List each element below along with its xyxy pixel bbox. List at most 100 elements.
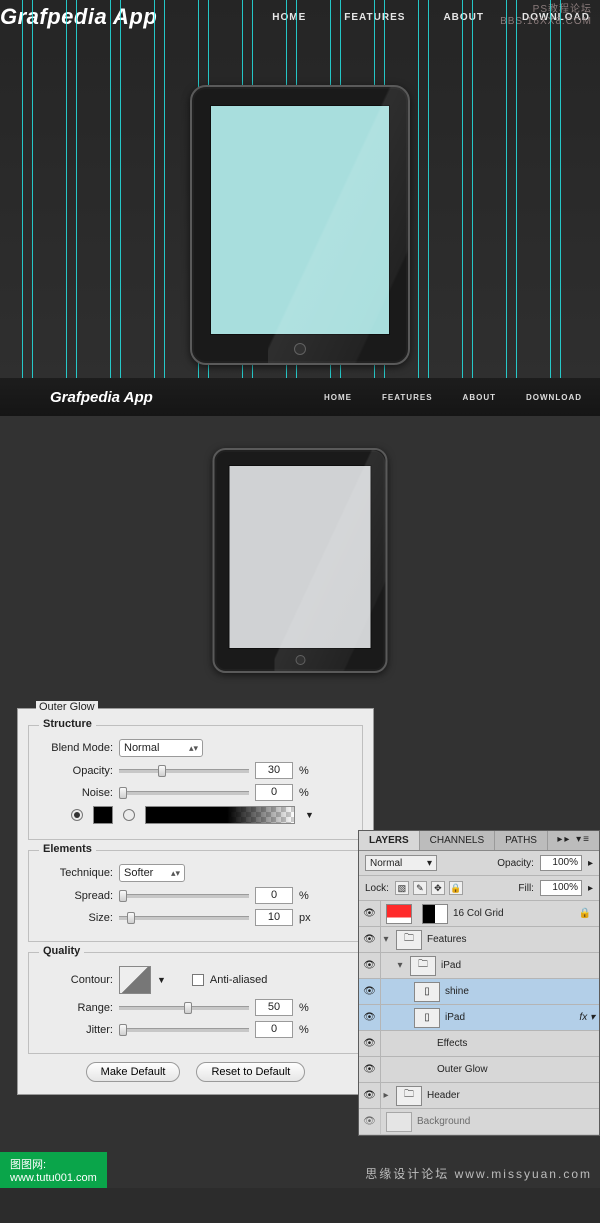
- contour-label: Contour:: [41, 974, 113, 986]
- layer-row[interactable]: 👁 ▾ 🗀 Features: [359, 927, 599, 953]
- spread-input[interactable]: 0: [255, 887, 293, 904]
- layer-name: Outer Glow: [437, 1064, 599, 1075]
- range-label: Range:: [41, 1002, 113, 1014]
- blend-mode-select[interactable]: Normal ▴▾: [119, 739, 203, 757]
- gradient-picker[interactable]: [145, 806, 295, 824]
- visibility-icon[interactable]: 👁: [359, 953, 381, 978]
- visibility-icon[interactable]: 👁: [359, 1083, 381, 1108]
- home-button-icon: [294, 343, 306, 355]
- nav-home[interactable]: HOME: [324, 393, 352, 402]
- layer-row[interactable]: 👁 Effects: [359, 1031, 599, 1057]
- visibility-icon[interactable]: 👁: [359, 979, 381, 1004]
- tab-paths[interactable]: PATHS: [495, 831, 548, 850]
- disclosure-icon[interactable]: ▾: [395, 960, 405, 971]
- layer-row[interactable]: 👁 16 Col Grid 🔒: [359, 901, 599, 927]
- tab-channels[interactable]: CHANNELS: [420, 831, 495, 850]
- nav-about[interactable]: ABOUT: [443, 12, 484, 23]
- dropdown-icon[interactable]: ▸: [588, 883, 593, 894]
- visibility-icon[interactable]: 👁: [359, 1031, 381, 1056]
- lock-position-icon[interactable]: ✥: [431, 881, 445, 895]
- reset-default-button[interactable]: Reset to Default: [196, 1062, 305, 1082]
- size-slider[interactable]: [119, 916, 249, 920]
- range-slider[interactable]: [119, 1006, 249, 1010]
- size-label: Size:: [41, 912, 113, 924]
- column-guide: [120, 0, 121, 378]
- column-guide: [418, 0, 419, 378]
- color-swatch[interactable]: [93, 806, 113, 824]
- fx-badge[interactable]: fx ▾: [579, 1012, 599, 1023]
- disclosure-icon[interactable]: ▾: [381, 934, 391, 945]
- column-guide: [154, 0, 155, 378]
- visibility-icon[interactable]: 👁: [359, 1057, 381, 1082]
- watermark-bottom-left: 图图网: www.tutu001.com: [0, 1152, 107, 1188]
- technique-select[interactable]: Softer ▴▾: [119, 864, 185, 882]
- lock-all-icon[interactable]: 🔒: [449, 881, 463, 895]
- nav-home[interactable]: HOME: [272, 12, 306, 23]
- lock-transparency-icon[interactable]: ▧: [395, 881, 409, 895]
- layer-name: 16 Col Grid: [453, 908, 579, 919]
- layer-row[interactable]: 👁 ▯ iPad fx ▾: [359, 1005, 599, 1031]
- fill-input[interactable]: 100%: [540, 880, 582, 896]
- folder-icon: 🗀: [396, 930, 422, 950]
- jitter-slider[interactable]: [119, 1028, 249, 1032]
- noise-slider[interactable]: [119, 791, 249, 795]
- visibility-icon[interactable]: 👁: [359, 1109, 381, 1134]
- nav-about[interactable]: ABOUT: [463, 393, 496, 402]
- column-guide: [560, 0, 561, 378]
- layer-row[interactable]: 👁 ▾ 🗀 iPad: [359, 953, 599, 979]
- visibility-icon[interactable]: 👁: [359, 901, 381, 926]
- layer-name: Background: [417, 1116, 599, 1127]
- tab-layers[interactable]: LAYERS: [359, 831, 420, 850]
- layer-row[interactable]: 👁 ▸ 🗀 Header: [359, 1083, 599, 1109]
- lock-label: Lock:: [365, 883, 389, 894]
- ipad-mockup-small: [213, 448, 388, 673]
- visibility-icon[interactable]: 👁: [359, 927, 381, 952]
- quality-legend: Quality: [39, 945, 84, 957]
- logo-small: Grafpedia App: [50, 389, 153, 406]
- layer-row[interactable]: 👁 ▯ shine: [359, 979, 599, 1005]
- layer-row[interactable]: 👁 Outer Glow: [359, 1057, 599, 1083]
- site-header-small: Grafpedia App HOME FEATURES ABOUT DOWNLO…: [0, 378, 600, 416]
- contour-picker[interactable]: [119, 966, 151, 994]
- range-input[interactable]: 50: [255, 999, 293, 1016]
- antialias-label: Anti-aliased: [210, 974, 267, 986]
- antialias-checkbox[interactable]: [192, 974, 204, 986]
- design-canvas-guides: PS教程论坛 BBS.16XX8.COM Grafpedia App HOME …: [0, 0, 600, 378]
- dropdown-icon[interactable]: ▼: [157, 975, 166, 985]
- nav-features[interactable]: FEATURES: [382, 393, 433, 402]
- size-input[interactable]: 10: [255, 909, 293, 926]
- dropdown-icon[interactable]: ▼: [305, 810, 314, 820]
- layer-blend-select[interactable]: Normal▾: [365, 855, 437, 871]
- layer-row[interactable]: 👁 Background: [359, 1109, 599, 1135]
- dropdown-icon[interactable]: ▸: [588, 858, 593, 869]
- spread-label: Spread:: [41, 890, 113, 902]
- structure-fieldset: Structure Blend Mode: Normal ▴▾ Opacity:…: [28, 725, 363, 840]
- elements-legend: Elements: [39, 843, 96, 855]
- nav-download[interactable]: DOWNLOAD: [526, 393, 582, 402]
- ipad-screen: [229, 465, 372, 649]
- size-unit: px: [299, 912, 317, 924]
- make-default-button[interactable]: Make Default: [86, 1062, 181, 1082]
- visibility-icon[interactable]: 👁: [359, 1005, 381, 1030]
- wm-line2: www.tutu001.com: [10, 1172, 97, 1184]
- disclosure-icon[interactable]: ▸: [381, 1090, 391, 1101]
- column-guide: [22, 0, 23, 378]
- gradient-radio[interactable]: [123, 809, 135, 821]
- watermark-top: PS教程论坛 BBS.16XX8.COM: [500, 4, 592, 28]
- column-guide: [472, 0, 473, 378]
- noise-input[interactable]: 0: [255, 784, 293, 801]
- design-canvas-clean: Grafpedia App HOME FEATURES ABOUT DOWNLO…: [0, 378, 600, 708]
- wm-line1: 图图网:: [10, 1159, 46, 1171]
- layer-opacity-label: Opacity:: [497, 858, 534, 869]
- jitter-input[interactable]: 0: [255, 1021, 293, 1038]
- lock-pixels-icon[interactable]: ✎: [413, 881, 427, 895]
- layer-opacity-input[interactable]: 100%: [540, 855, 582, 871]
- spread-slider[interactable]: [119, 894, 249, 898]
- color-radio[interactable]: [71, 809, 83, 821]
- range-unit: %: [299, 1002, 317, 1014]
- panel-menu-icon[interactable]: ▸▸ ▾≡: [549, 831, 599, 850]
- layer-name: iPad: [445, 1012, 579, 1023]
- watermark-bottom-right: 思缘设计论坛 www.missyuan.com: [365, 1165, 592, 1182]
- opacity-slider[interactable]: [119, 769, 249, 773]
- opacity-input[interactable]: 30: [255, 762, 293, 779]
